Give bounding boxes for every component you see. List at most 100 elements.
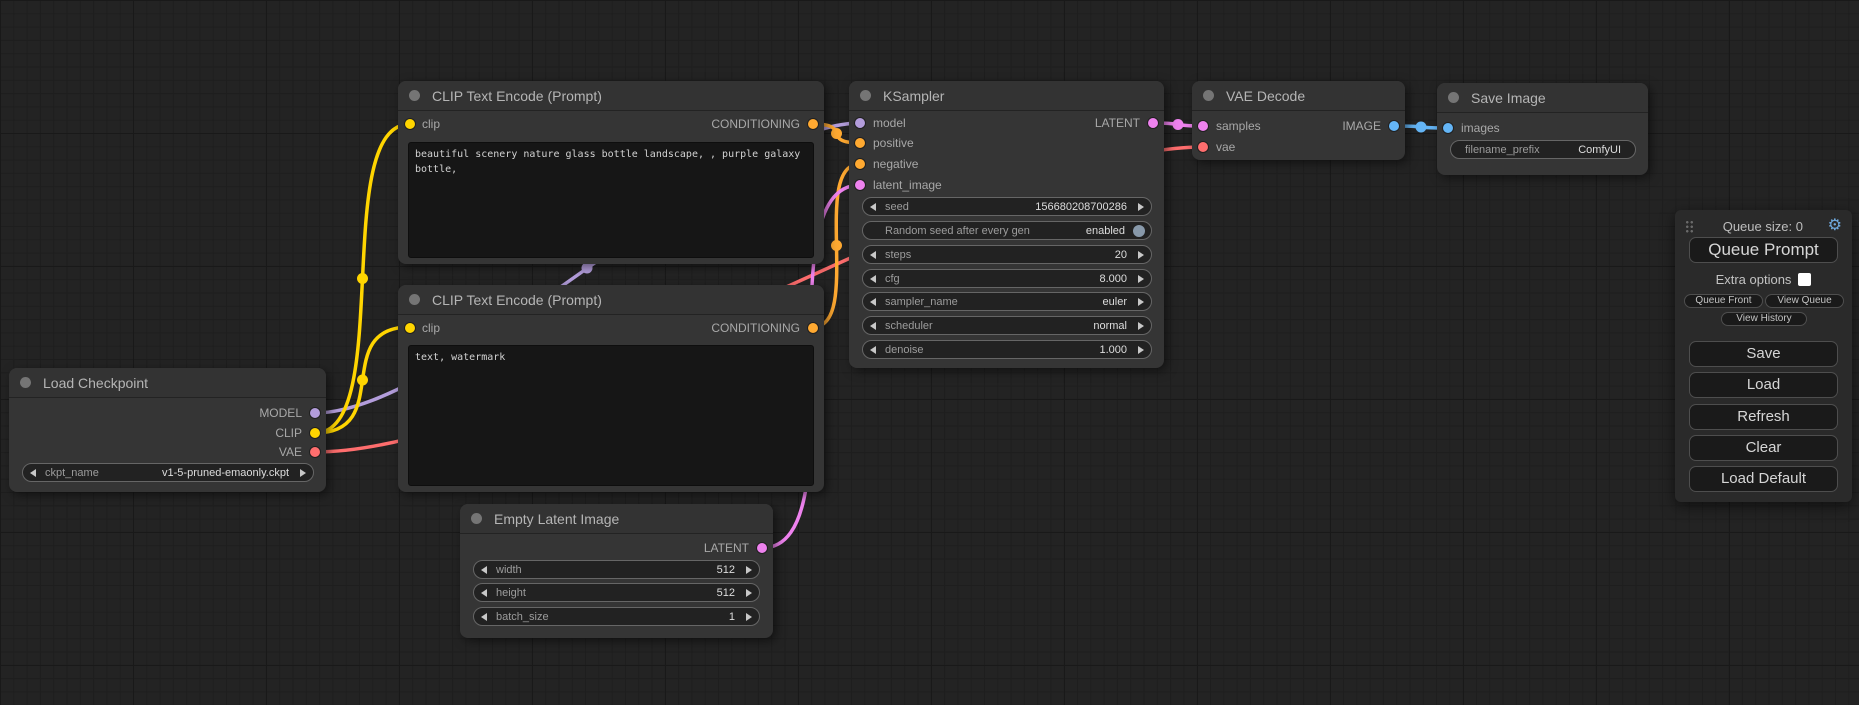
cfg-widget[interactable]: cfg 8.000 bbox=[862, 269, 1152, 288]
output-slot-latent[interactable] bbox=[757, 543, 767, 553]
decrement-arrow-icon[interactable] bbox=[870, 322, 876, 330]
decrement-arrow-icon[interactable] bbox=[481, 566, 487, 574]
collapse-dot-icon[interactable] bbox=[860, 90, 871, 101]
input-slot-negative[interactable] bbox=[855, 159, 865, 169]
node-clip-text-encode-negative[interactable]: CLIP Text Encode (Prompt) clip CONDITION… bbox=[398, 285, 824, 492]
collapse-dot-icon[interactable] bbox=[409, 294, 420, 305]
decrement-arrow-icon[interactable] bbox=[30, 469, 36, 477]
extra-options-checkbox[interactable] bbox=[1798, 273, 1811, 286]
collapse-dot-icon[interactable] bbox=[20, 377, 31, 388]
input-slot-samples[interactable] bbox=[1198, 121, 1208, 131]
positive-prompt-textarea[interactable]: beautiful scenery nature glass bottle la… bbox=[408, 142, 814, 258]
load-default-button[interactable]: Load Default bbox=[1689, 466, 1838, 492]
widget-value: 20 bbox=[1115, 248, 1127, 262]
increment-arrow-icon[interactable] bbox=[746, 566, 752, 574]
widget-value: ComfyUI bbox=[1578, 143, 1621, 157]
node-vae-decode[interactable]: VAE Decode samples vae IMAGE bbox=[1192, 81, 1405, 160]
slot-label-model: model bbox=[873, 115, 906, 131]
output-slot-clip[interactable] bbox=[310, 428, 320, 438]
input-slot-images[interactable] bbox=[1443, 123, 1453, 133]
node-load-checkpoint[interactable]: Load Checkpoint MODEL CLIP VAE ckpt_name… bbox=[9, 368, 326, 492]
node-title: CLIP Text Encode (Prompt) bbox=[432, 292, 602, 308]
filename-prefix-widget[interactable]: filename_prefix ComfyUI bbox=[1450, 140, 1636, 159]
batch-size-widget[interactable]: batch_size 1 bbox=[473, 607, 760, 626]
save-button[interactable]: Save bbox=[1689, 341, 1838, 367]
queue-front-button[interactable]: Queue Front bbox=[1684, 294, 1763, 308]
slot-label-clip: clip bbox=[422, 320, 440, 336]
increment-arrow-icon[interactable] bbox=[1138, 298, 1144, 306]
output-slot-conditioning[interactable] bbox=[808, 323, 818, 333]
decrement-arrow-icon[interactable] bbox=[481, 613, 487, 621]
random-seed-toggle-widget[interactable]: Random seed after every gen enabled bbox=[862, 221, 1152, 240]
decrement-arrow-icon[interactable] bbox=[870, 275, 876, 283]
denoise-widget[interactable]: denoise 1.000 bbox=[862, 340, 1152, 359]
refresh-button[interactable]: Refresh bbox=[1689, 404, 1838, 430]
slot-label-latent-image: latent_image bbox=[873, 177, 942, 193]
increment-arrow-icon[interactable] bbox=[746, 613, 752, 621]
increment-arrow-icon[interactable] bbox=[1138, 346, 1144, 354]
output-slot-image[interactable] bbox=[1389, 121, 1399, 131]
input-slot-latent-image[interactable] bbox=[855, 180, 865, 190]
width-widget[interactable]: width 512 bbox=[473, 560, 760, 579]
decrement-arrow-icon[interactable] bbox=[870, 251, 876, 259]
seed-widget[interactable]: seed 156680208700286 bbox=[862, 197, 1152, 216]
input-slot-model[interactable] bbox=[855, 118, 865, 128]
load-button[interactable]: Load bbox=[1689, 372, 1838, 398]
decrement-arrow-icon[interactable] bbox=[870, 298, 876, 306]
increment-arrow-icon[interactable] bbox=[300, 469, 306, 477]
ckpt-name-widget[interactable]: ckpt_name v1-5-pruned-emaonly.ckpt bbox=[22, 463, 314, 482]
drag-handle-icon[interactable] bbox=[1685, 220, 1694, 233]
node-title-bar[interactable]: CLIP Text Encode (Prompt) bbox=[398, 81, 824, 111]
toggle-knob-icon[interactable] bbox=[1133, 225, 1145, 237]
link-midpoint-dot bbox=[831, 240, 842, 251]
widget-label: filename_prefix bbox=[1465, 143, 1540, 157]
node-title-bar[interactable]: KSampler bbox=[849, 81, 1164, 111]
height-widget[interactable]: height 512 bbox=[473, 583, 760, 602]
collapse-dot-icon[interactable] bbox=[1203, 90, 1214, 101]
output-slot-vae[interactable] bbox=[310, 447, 320, 457]
input-slot-vae[interactable] bbox=[1198, 142, 1208, 152]
increment-arrow-icon[interactable] bbox=[1138, 275, 1144, 283]
clear-button[interactable]: Clear bbox=[1689, 435, 1838, 461]
output-slot-conditioning[interactable] bbox=[808, 119, 818, 129]
input-slot-clip[interactable] bbox=[405, 119, 415, 129]
slot-label-latent: LATENT bbox=[704, 540, 749, 556]
queue-prompt-button[interactable]: Queue Prompt bbox=[1689, 237, 1838, 263]
input-slot-clip[interactable] bbox=[405, 323, 415, 333]
link-midpoint-dot bbox=[1416, 122, 1427, 133]
increment-arrow-icon[interactable] bbox=[1138, 203, 1144, 211]
view-queue-button[interactable]: View Queue bbox=[1765, 294, 1844, 308]
collapse-dot-icon[interactable] bbox=[409, 90, 420, 101]
sampler-name-widget[interactable]: sampler_name euler bbox=[862, 292, 1152, 311]
scheduler-widget[interactable]: scheduler normal bbox=[862, 316, 1152, 335]
node-empty-latent-image[interactable]: Empty Latent Image LATENT width 512 heig… bbox=[460, 504, 773, 638]
increment-arrow-icon[interactable] bbox=[1138, 322, 1144, 330]
node-title-bar[interactable]: Load Checkpoint bbox=[9, 368, 326, 398]
node-title-bar[interactable]: CLIP Text Encode (Prompt) bbox=[398, 285, 824, 315]
output-slot-model[interactable] bbox=[310, 408, 320, 418]
output-slot-latent[interactable] bbox=[1148, 118, 1158, 128]
input-slot-positive[interactable] bbox=[855, 138, 865, 148]
node-ksampler[interactable]: KSampler model positive negative latent_… bbox=[849, 81, 1164, 368]
negative-prompt-textarea[interactable]: text, watermark bbox=[408, 345, 814, 486]
node-title: Empty Latent Image bbox=[494, 511, 619, 527]
decrement-arrow-icon[interactable] bbox=[870, 346, 876, 354]
widget-value: 1.000 bbox=[1099, 343, 1127, 357]
view-history-button[interactable]: View History bbox=[1721, 312, 1807, 326]
node-save-image[interactable]: Save Image images filename_prefix ComfyU… bbox=[1437, 83, 1648, 175]
gear-icon[interactable]: ⚙ bbox=[1828, 218, 1842, 234]
widget-label: scheduler bbox=[885, 319, 933, 333]
decrement-arrow-icon[interactable] bbox=[870, 203, 876, 211]
increment-arrow-icon[interactable] bbox=[746, 589, 752, 597]
slot-label-conditioning: CONDITIONING bbox=[711, 116, 800, 132]
node-title-bar[interactable]: Save Image bbox=[1437, 83, 1648, 113]
steps-widget[interactable]: steps 20 bbox=[862, 245, 1152, 264]
increment-arrow-icon[interactable] bbox=[1138, 251, 1144, 259]
node-title-bar[interactable]: Empty Latent Image bbox=[460, 504, 773, 534]
node-title-bar[interactable]: VAE Decode bbox=[1192, 81, 1405, 111]
collapse-dot-icon[interactable] bbox=[1448, 92, 1459, 103]
collapse-dot-icon[interactable] bbox=[471, 513, 482, 524]
node-clip-text-encode-positive[interactable]: CLIP Text Encode (Prompt) clip CONDITION… bbox=[398, 81, 824, 264]
decrement-arrow-icon[interactable] bbox=[481, 589, 487, 597]
widget-value: 512 bbox=[717, 563, 735, 577]
